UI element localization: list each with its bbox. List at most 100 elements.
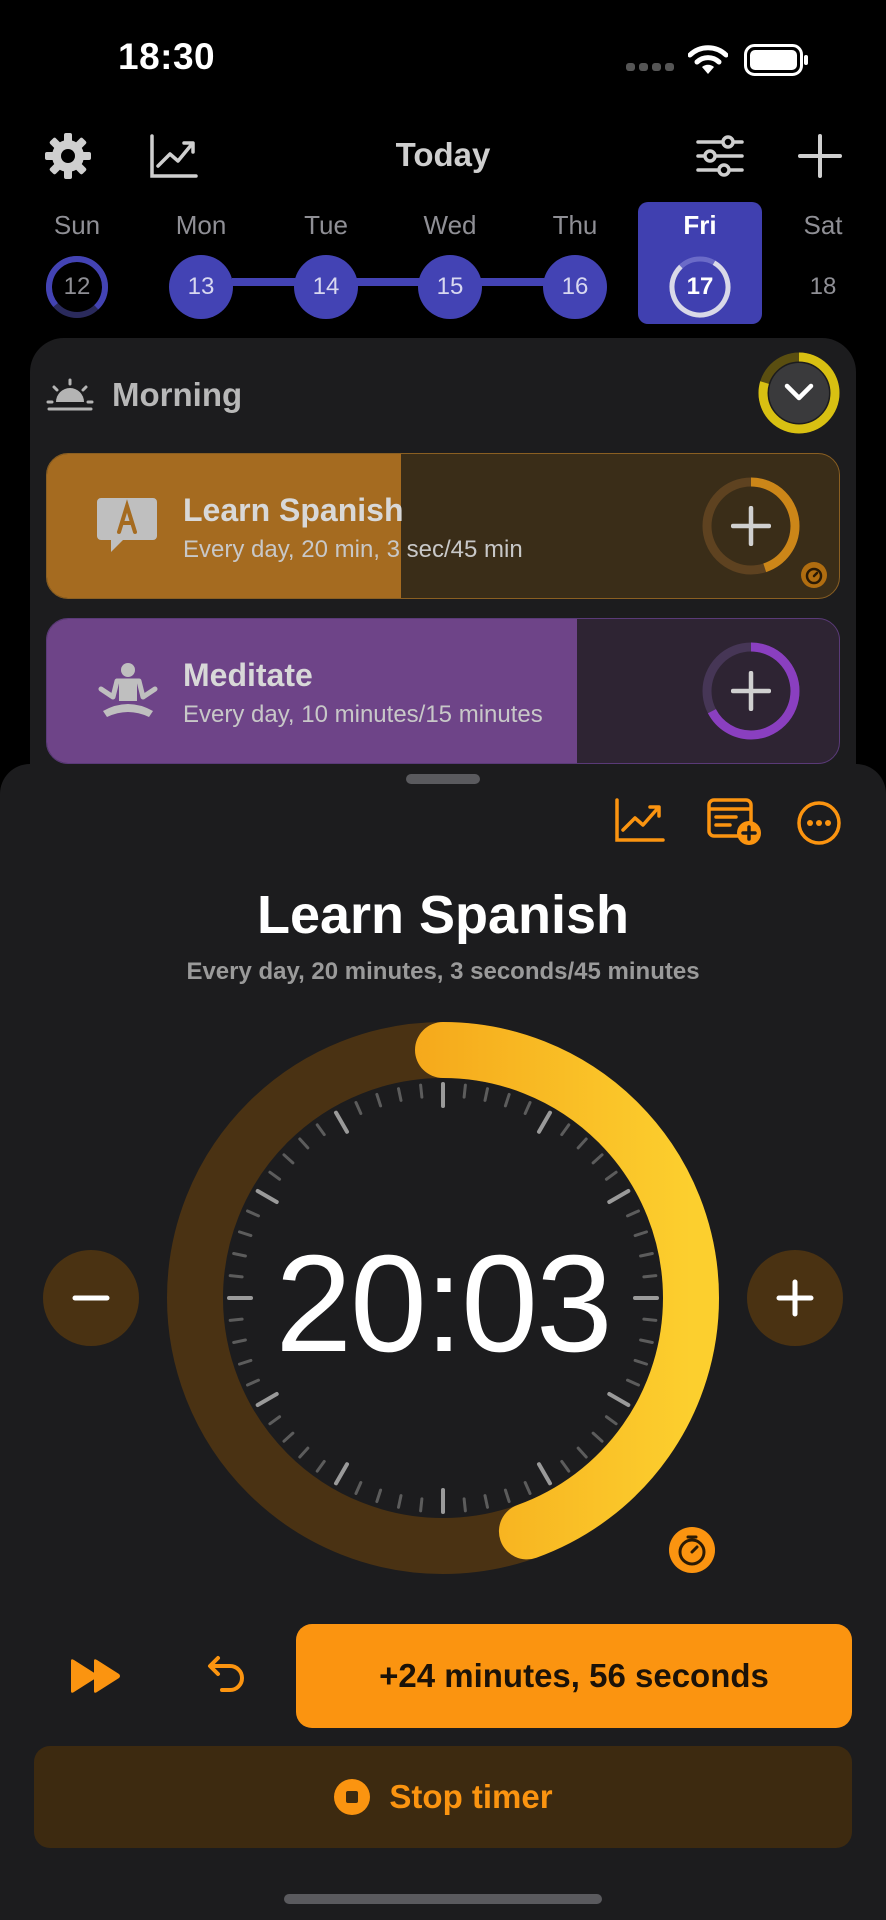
day-date: 14 <box>312 273 340 300</box>
dial-tick <box>591 1153 604 1165</box>
day-date: 17 <box>686 273 714 300</box>
plus-icon <box>731 671 771 711</box>
sunrise-icon <box>46 378 94 411</box>
day-name: Wed <box>423 210 477 240</box>
dial-tick <box>576 1446 588 1459</box>
dial-tick <box>315 1459 326 1473</box>
dial-tick <box>375 1092 383 1108</box>
add-habit-plus-icon[interactable] <box>794 130 846 182</box>
day-date: 18 <box>809 273 837 300</box>
dial-tick <box>315 1123 326 1137</box>
dial-tick <box>268 1170 282 1181</box>
habit-title: Learn Spanish <box>183 492 404 528</box>
dial-tick <box>607 1189 631 1204</box>
page-title: Today <box>395 136 491 173</box>
day-thu[interactable]: Thu 16 <box>520 210 630 319</box>
status-time: 18:30 <box>118 36 216 77</box>
dial-tick <box>503 1092 511 1108</box>
dial-tick <box>483 1494 489 1509</box>
dial-tick <box>462 1083 467 1099</box>
habit-subtitle: Every day, 20 min, 3 sec/45 min <box>183 536 523 563</box>
dial-tick <box>397 1494 403 1509</box>
dial-tick <box>298 1446 310 1459</box>
dial-tick <box>523 1481 532 1495</box>
habit-add-button[interactable] <box>701 476 801 576</box>
day-sun[interactable]: Sun 12 <box>22 210 132 319</box>
decrease-time-button[interactable] <box>43 1250 139 1346</box>
dial-tick <box>354 1101 363 1115</box>
dial-tick <box>298 1137 310 1150</box>
day-date: 13 <box>187 273 215 300</box>
dial-tick <box>282 1153 295 1165</box>
dial-tick <box>375 1488 383 1504</box>
day-name: Mon <box>175 210 227 240</box>
section-title: Morning <box>112 376 243 413</box>
chevron-down-icon <box>784 383 814 401</box>
dial-tick <box>419 1497 424 1513</box>
dial-tick <box>503 1488 511 1504</box>
habit-subtitle: Every day, 10 minutes/15 minutes <box>183 701 543 728</box>
skip-forward-icon[interactable] <box>68 1656 124 1696</box>
dial-tick <box>537 1462 552 1486</box>
sheet-grabber[interactable] <box>406 774 480 784</box>
habit-title: Meditate <box>183 657 313 693</box>
battery-icon <box>744 44 808 76</box>
dial-tick <box>397 1087 403 1102</box>
day-sat[interactable]: Sat 18 <box>768 210 878 319</box>
habit-subtitle: Every day, 20 minutes, 3 seconds/45 minu… <box>186 958 700 985</box>
dial-tick <box>537 1110 552 1134</box>
increase-time-button[interactable] <box>747 1250 843 1346</box>
habit-title: Learn Spanish <box>256 885 630 945</box>
day-tue[interactable]: Tue 14 <box>271 210 381 319</box>
day-mon[interactable]: Mon 13 <box>146 210 256 319</box>
filter-sliders-icon[interactable] <box>694 130 746 182</box>
habit-card-meditate[interactable]: Meditate Every day, 10 minutes/15 minute… <box>46 618 840 764</box>
dial-tick <box>607 1392 631 1407</box>
dial-tick <box>268 1415 282 1426</box>
dial-tick <box>462 1497 467 1513</box>
dial-tick <box>604 1415 618 1426</box>
day-date: 12 <box>63 273 91 300</box>
day-name: Tue <box>304 210 348 240</box>
day-fri-selected[interactable]: Fri 17 <box>638 202 762 324</box>
dial-tick <box>483 1087 489 1102</box>
day-name: Sun <box>53 210 101 240</box>
dial-tick <box>255 1392 279 1407</box>
habit-card-learn-spanish[interactable]: Learn Spanish Every day, 20 min, 3 sec/4… <box>46 453 840 599</box>
dial-tick <box>576 1137 588 1150</box>
timer-badge-icon <box>801 562 827 588</box>
plus-icon <box>731 506 771 546</box>
dial-tick <box>419 1083 424 1099</box>
day-name: Sat <box>803 210 843 240</box>
day-date: 15 <box>436 273 464 300</box>
dial-tick <box>334 1462 349 1486</box>
day-name: Thu <box>552 210 598 240</box>
collapse-section-button[interactable] <box>756 350 842 436</box>
plus-icon <box>776 1279 814 1317</box>
undo-icon[interactable] <box>206 1652 246 1696</box>
more-options-icon[interactable] <box>796 800 842 846</box>
dial-tick <box>246 1209 260 1218</box>
day-date: 16 <box>561 273 589 300</box>
add-remaining-time-button[interactable]: +24 minutes, 56 seconds <box>296 1624 852 1728</box>
dial-tick <box>560 1123 571 1137</box>
wifi-icon <box>688 45 728 74</box>
home-indicator <box>284 1894 602 1904</box>
day-wed[interactable]: Wed 15 <box>395 210 505 319</box>
dial-tick <box>255 1189 279 1204</box>
habit-statistics-icon[interactable] <box>614 796 666 844</box>
habit-add-button[interactable] <box>701 641 801 741</box>
dial-tick <box>604 1170 618 1181</box>
stop-timer-button[interactable]: Stop timer <box>34 1746 852 1848</box>
dial-tick <box>282 1431 295 1443</box>
stop-icon <box>334 1779 371 1815</box>
stop-timer-label: Stop timer <box>389 1778 553 1815</box>
dial-tick <box>591 1431 604 1443</box>
dial-tick <box>523 1101 532 1115</box>
dial-tick <box>354 1481 363 1495</box>
add-note-icon[interactable] <box>706 796 762 846</box>
minus-icon <box>72 1295 110 1301</box>
dial-tick <box>626 1209 640 1218</box>
timer-mode-icon[interactable] <box>668 1526 716 1574</box>
meditate-icon <box>98 663 158 717</box>
